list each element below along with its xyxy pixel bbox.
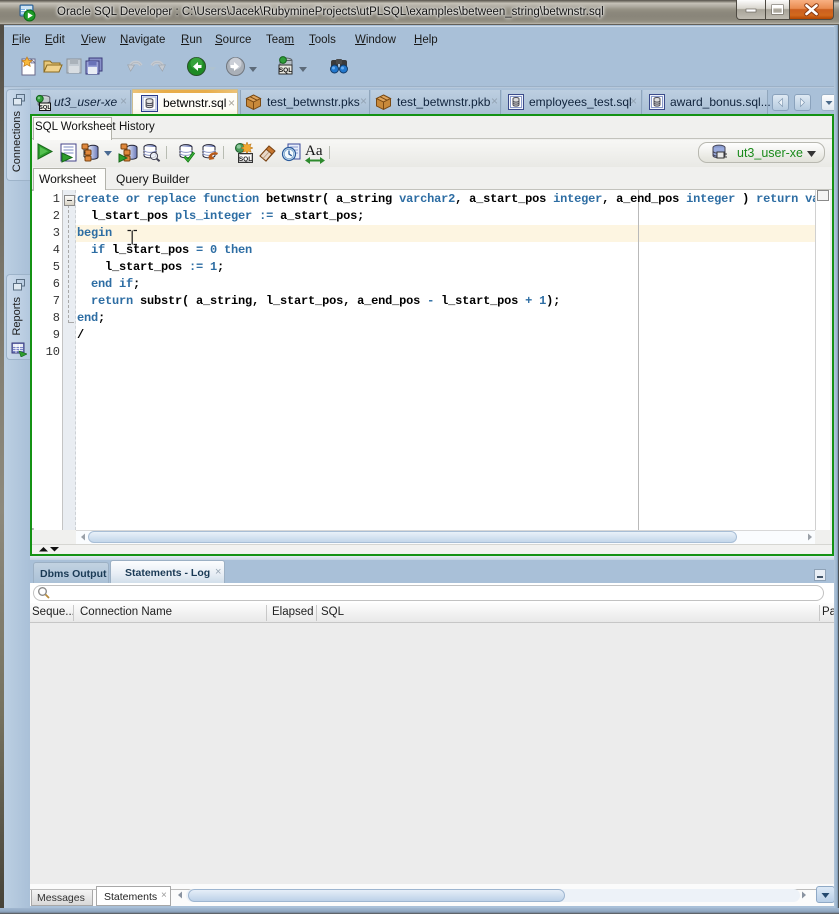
svg-text:SQL: SQL bbox=[279, 67, 292, 74]
svg-text:Aa: Aa bbox=[305, 143, 323, 159]
svg-text:SQL: SQL bbox=[239, 156, 252, 163]
svg-text:SQL: SQL bbox=[39, 105, 51, 111]
